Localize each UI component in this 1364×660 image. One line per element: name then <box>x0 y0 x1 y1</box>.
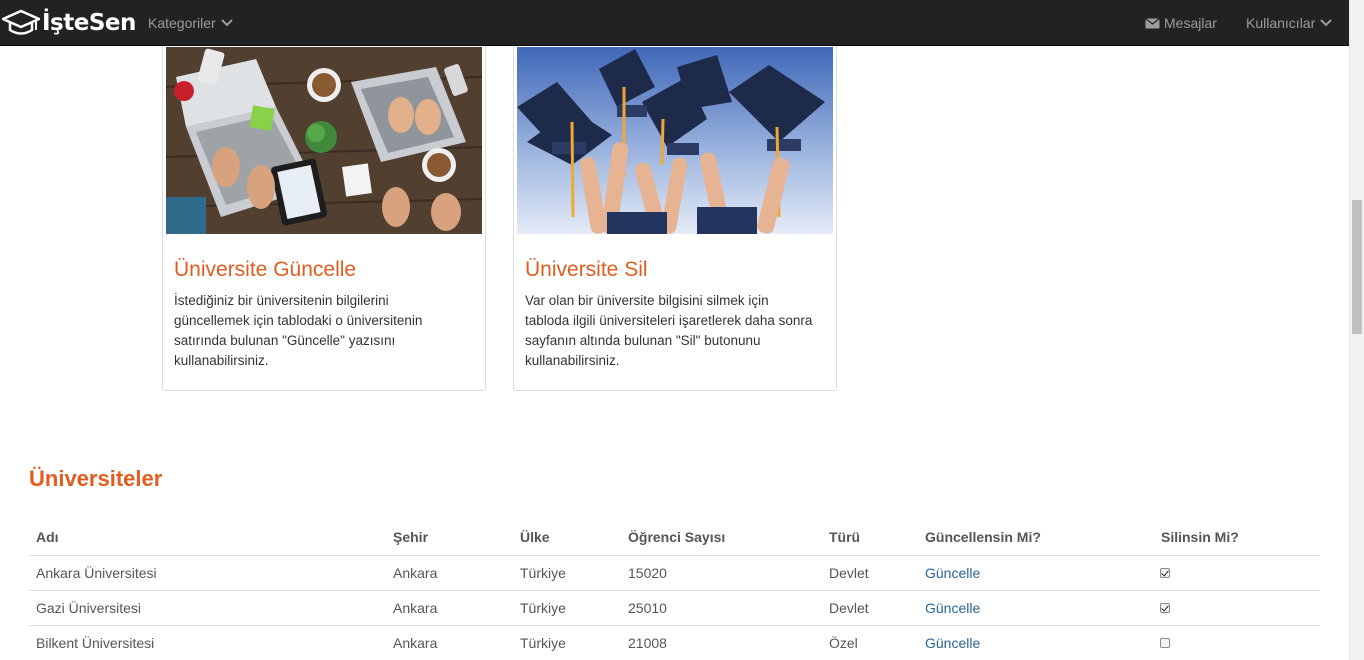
navbar: İşteSen Kategoriler Mesajlar Kullanıcıla… <box>0 0 1349 46</box>
column-header-city: Şehir <box>386 520 513 556</box>
table-row: Gazi Üniversitesi Ankara Türkiye 25010 D… <box>29 590 1320 626</box>
nav-users-label: Kullanıcılar <box>1246 15 1316 31</box>
brand-logo[interactable]: İşteSen <box>2 6 136 40</box>
nav-categories-dropdown[interactable]: Kategoriler <box>148 0 233 46</box>
cell-type: Devlet <box>822 555 918 591</box>
delete-checkbox[interactable] <box>1160 637 1170 648</box>
brand-name: İşteSen <box>42 10 136 36</box>
table-row: Ankara Üniversitesi Ankara Türkiye 15020… <box>29 555 1320 591</box>
chevron-down-icon <box>1320 19 1332 27</box>
cell-delete <box>1154 590 1320 626</box>
cell-type: Devlet <box>822 590 918 626</box>
cell-name: Ankara Üniversitesi <box>29 555 386 591</box>
cell-type: Özel <box>822 625 918 660</box>
update-link[interactable]: Güncelle <box>925 565 980 581</box>
cell-name: Bilkent Üniversitesi <box>29 625 386 660</box>
cell-students: 21008 <box>621 625 822 660</box>
cell-update: Güncelle <box>918 555 1154 591</box>
cell-city: Ankara <box>386 625 513 660</box>
universities-table: Adı Şehir Ülke Öğrenci Sayısı Türü Günce… <box>29 520 1320 660</box>
delete-checkbox[interactable] <box>1160 602 1170 613</box>
cell-country: Türkiye <box>513 555 621 591</box>
chevron-down-icon <box>220 19 233 27</box>
cell-city: Ankara <box>386 555 513 591</box>
column-header-delete: Silinsin Mi? <box>1154 520 1320 556</box>
cell-name: Gazi Üniversitesi <box>29 590 386 626</box>
card-description: Var olan bir üniversite bilgisini silmek… <box>525 293 813 368</box>
cell-city: Ankara <box>386 590 513 626</box>
graduation-cap-icon <box>2 9 40 35</box>
nav-categories-label: Kategoriler <box>148 15 216 31</box>
update-link[interactable]: Güncelle <box>925 600 980 616</box>
cell-students: 25010 <box>621 590 822 626</box>
table-header-row: Adı Şehir Ülke Öğrenci Sayısı Türü Günce… <box>29 520 1320 556</box>
card-title: Üniversite Güncelle <box>174 258 357 281</box>
card-university-update: Üniversite Güncelle İstediğiniz bir üniv… <box>162 0 486 391</box>
cell-delete <box>1154 625 1320 660</box>
column-header-update: Güncellensin Mi? <box>918 520 1154 556</box>
card-title: Üniversite Sil <box>525 258 648 281</box>
envelope-icon <box>1145 17 1160 28</box>
card-description: İstediğiniz bir üniversitenin bilgilerin… <box>174 293 423 368</box>
graduation-caps-image <box>517 47 833 234</box>
cell-students: 15020 <box>621 555 822 591</box>
scrollbar-thumb[interactable] <box>1352 200 1362 334</box>
column-header-country: Ülke <box>513 520 621 556</box>
nav-messages-label: Mesajlar <box>1164 15 1217 31</box>
nav-messages[interactable]: Mesajlar <box>1145 0 1217 46</box>
cell-update: Güncelle <box>918 625 1154 660</box>
card-university-delete: Üniversite Sil Var olan bir üniversite b… <box>513 0 837 391</box>
column-header-students: Öğrenci Sayısı <box>621 520 822 556</box>
cell-delete <box>1154 555 1320 591</box>
cell-update: Güncelle <box>918 590 1154 626</box>
column-header-name: Adı <box>29 520 386 556</box>
delete-checkbox[interactable] <box>1160 567 1170 578</box>
nav-users-dropdown[interactable]: Kullanıcılar <box>1246 0 1332 46</box>
table-row: Bilkent Üniversitesi Ankara Türkiye 2100… <box>29 625 1320 660</box>
workspace-image <box>166 47 482 234</box>
section-title-universities: Üniversiteler <box>29 466 163 491</box>
page-scrollbar[interactable] <box>1349 0 1364 660</box>
cell-country: Türkiye <box>513 625 621 660</box>
update-link[interactable]: Güncelle <box>925 635 980 651</box>
cell-country: Türkiye <box>513 590 621 626</box>
column-header-type: Türü <box>822 520 918 556</box>
